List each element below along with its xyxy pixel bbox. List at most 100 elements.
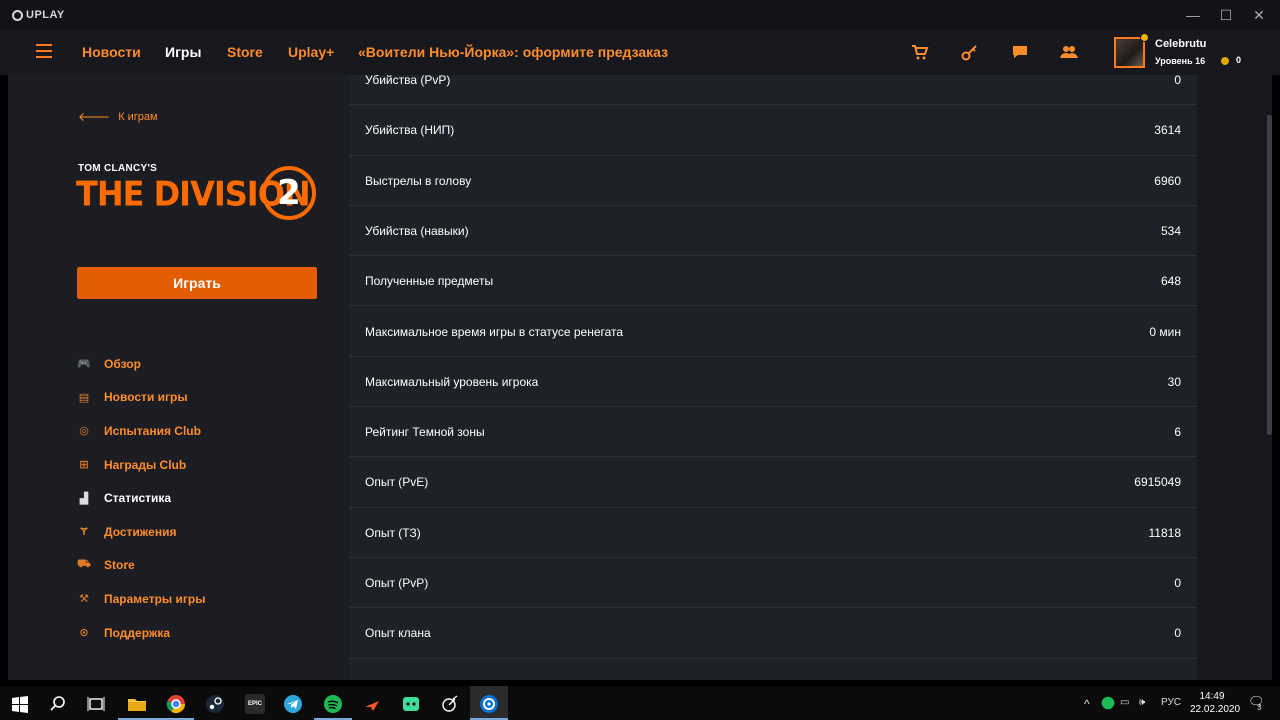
uplay-icon[interactable]: [479, 694, 499, 714]
wrench-icon: ⚒: [79, 593, 89, 606]
scrollbar-thumb[interactable]: [1267, 115, 1272, 435]
stat-label: Опыт (ТЗ): [365, 525, 421, 540]
news-icon: ▤: [78, 391, 90, 404]
stat-row: Выстрелы в голову 6960: [349, 156, 1197, 206]
game-logo-number: 2: [262, 166, 316, 220]
tray-chevron-up-icon[interactable]: ^: [1084, 697, 1090, 711]
chat-icon[interactable]: [1010, 42, 1030, 62]
stat-label: Опыт (PvP): [365, 576, 429, 590]
stat-label: Выстрелы в голову: [365, 173, 472, 188]
username[interactable]: Celebrutu: [1155, 38, 1206, 50]
trophy-icon: Ɏ: [80, 525, 88, 538]
chrome-icon[interactable]: [166, 694, 186, 714]
stat-row: Рейтинг Темной зоны 6: [349, 407, 1197, 458]
title-bar: UPLAY — ☐ ✕: [0, 0, 1280, 30]
menu-label: Store: [104, 558, 135, 573]
menu-store[interactable]: ⛟ Store: [77, 549, 205, 583]
stat-row: Опыт (PvE) 6915049: [349, 457, 1197, 508]
uplay-logo: UPLAY: [12, 9, 65, 21]
language-indicator[interactable]: РУС: [1161, 697, 1181, 708]
arrow-left-icon: 🡐: [78, 110, 111, 124]
menu-club-rewards[interactable]: ⊞ Награды Club: [77, 448, 205, 482]
stat-row: Опыт (PvP) 0: [349, 558, 1197, 609]
stat-label: Максимальный уровень игрока: [365, 374, 539, 389]
stat-label: Опыт клана: [365, 626, 431, 641]
menu-icon[interactable]: [36, 44, 52, 58]
menu-label: Новости игры: [104, 390, 188, 405]
stat-label: Убийства (навыки): [365, 223, 469, 238]
stat-row: Убийства (навыки) 534: [349, 206, 1197, 257]
telegram-icon[interactable]: [283, 694, 303, 714]
game-logo-brand: TOM CLANCY'S: [78, 163, 158, 174]
stat-value: 0: [1174, 75, 1181, 87]
spotify-icon[interactable]: [323, 694, 343, 714]
nav-games[interactable]: Игры: [165, 44, 201, 60]
menu-overview[interactable]: 🎮 Обзор: [77, 347, 205, 381]
statistics-list[interactable]: Убийства (PvP) 0 Убийства (НИП) 3614 Выс…: [349, 75, 1197, 680]
close-button[interactable]: ✕: [1250, 6, 1268, 24]
file-explorer-icon[interactable]: [127, 694, 147, 714]
support-icon: ⊙: [79, 627, 89, 640]
windows-taskbar: EPIC ^ ▭ 🕪 РУС 14:49 22.02.2020 🗨 3: [0, 686, 1280, 720]
game-sidebar: 🡐 К играм TOM CLANCY'S THE DIVISION 2 Иг…: [8, 75, 349, 680]
maximize-button[interactable]: ☐: [1217, 6, 1235, 24]
menu-game-news[interactable]: ▤ Новости игры: [77, 381, 205, 415]
menu-club-challenges[interactable]: ◎ Испытания Club: [77, 414, 205, 448]
steam-icon[interactable]: [205, 694, 225, 714]
task-view-icon[interactable]: [86, 694, 106, 714]
notification-count: 3: [1257, 703, 1262, 712]
cart-icon[interactable]: [910, 42, 930, 62]
stat-value: 0 мин: [1149, 324, 1181, 339]
satellite-icon[interactable]: [440, 694, 460, 714]
menu-game-settings[interactable]: ⚒ Параметры игры: [77, 582, 205, 616]
gift-icon: ⊞: [79, 459, 89, 472]
clock-time: 14:49: [1199, 691, 1225, 702]
system-clock[interactable]: 14:49 22.02.2020: [1190, 690, 1241, 716]
menu-label: Испытания Club: [104, 423, 201, 438]
tray-spotify-icon[interactable]: [1101, 696, 1115, 710]
stat-row: Максимальное время игры в статусе ренега…: [349, 307, 1197, 357]
stat-label: Убийства (PvP): [365, 75, 451, 87]
back-label: К играм: [118, 110, 158, 123]
menu-achievements[interactable]: Ɏ Достижения: [77, 515, 205, 549]
game-logo: TOM CLANCY'S THE DIVISION 2: [76, 163, 320, 225]
epic-games-icon[interactable]: EPIC: [245, 694, 265, 714]
search-icon[interactable]: [48, 694, 68, 714]
stat-label: Максимальное время игры в статусе ренега…: [365, 324, 624, 339]
stat-value: 534: [1160, 223, 1181, 238]
stat-value: 3614: [1154, 123, 1181, 138]
discord-like-icon[interactable]: [401, 694, 421, 714]
nav-store[interactable]: Store: [227, 44, 263, 60]
coin-count: 0: [1236, 55, 1242, 65]
windows-start-icon[interactable]: [10, 694, 30, 714]
stat-value: 6915049: [1134, 475, 1181, 490]
top-navigation: Новости Игры Store Uplay+ «Воители Нью-Й…: [0, 30, 1280, 75]
nav-promo[interactable]: «Воители Нью-Йорка»: оформите предзаказ: [358, 44, 668, 60]
key-icon[interactable]: [960, 42, 980, 62]
stat-value: 6: [1174, 425, 1181, 440]
clock-date: 22.02.2020: [1190, 704, 1241, 715]
stat-label: Рейтинг Темной зоны: [365, 425, 485, 440]
stats-icon: ▟: [79, 492, 89, 505]
notification-dot-icon: [1140, 33, 1149, 42]
back-to-games-link[interactable]: 🡐 К играм: [78, 109, 158, 124]
tray-volume-icon[interactable]: 🕪: [1139, 697, 1145, 708]
friends-icon[interactable]: [1059, 42, 1079, 62]
avatar[interactable]: [1114, 37, 1145, 68]
stat-row: Убийства (НИП) 3614: [349, 105, 1197, 156]
menu-label: Статистика: [104, 491, 172, 506]
tray-network-icon[interactable]: ▭: [1120, 697, 1129, 708]
minimize-button[interactable]: —: [1184, 6, 1202, 24]
stat-row: Опыт клана 0: [349, 608, 1197, 659]
stat-row: Убийства (PvP) 0: [349, 75, 1197, 106]
arrow-app-icon[interactable]: [362, 694, 382, 714]
menu-statistics[interactable]: ▟ Статистика: [77, 481, 205, 515]
menu-label: Награды Club: [104, 457, 187, 472]
stat-value: 30: [1167, 374, 1181, 389]
right-gutter: [1197, 75, 1272, 680]
nav-news[interactable]: Новости: [82, 44, 141, 60]
nav-uplay-plus[interactable]: Uplay+: [288, 44, 334, 60]
menu-support[interactable]: ⊙ Поддержка: [77, 616, 205, 650]
stat-row: Полученные предметы 648: [349, 256, 1197, 307]
play-button[interactable]: Играть: [77, 267, 317, 299]
